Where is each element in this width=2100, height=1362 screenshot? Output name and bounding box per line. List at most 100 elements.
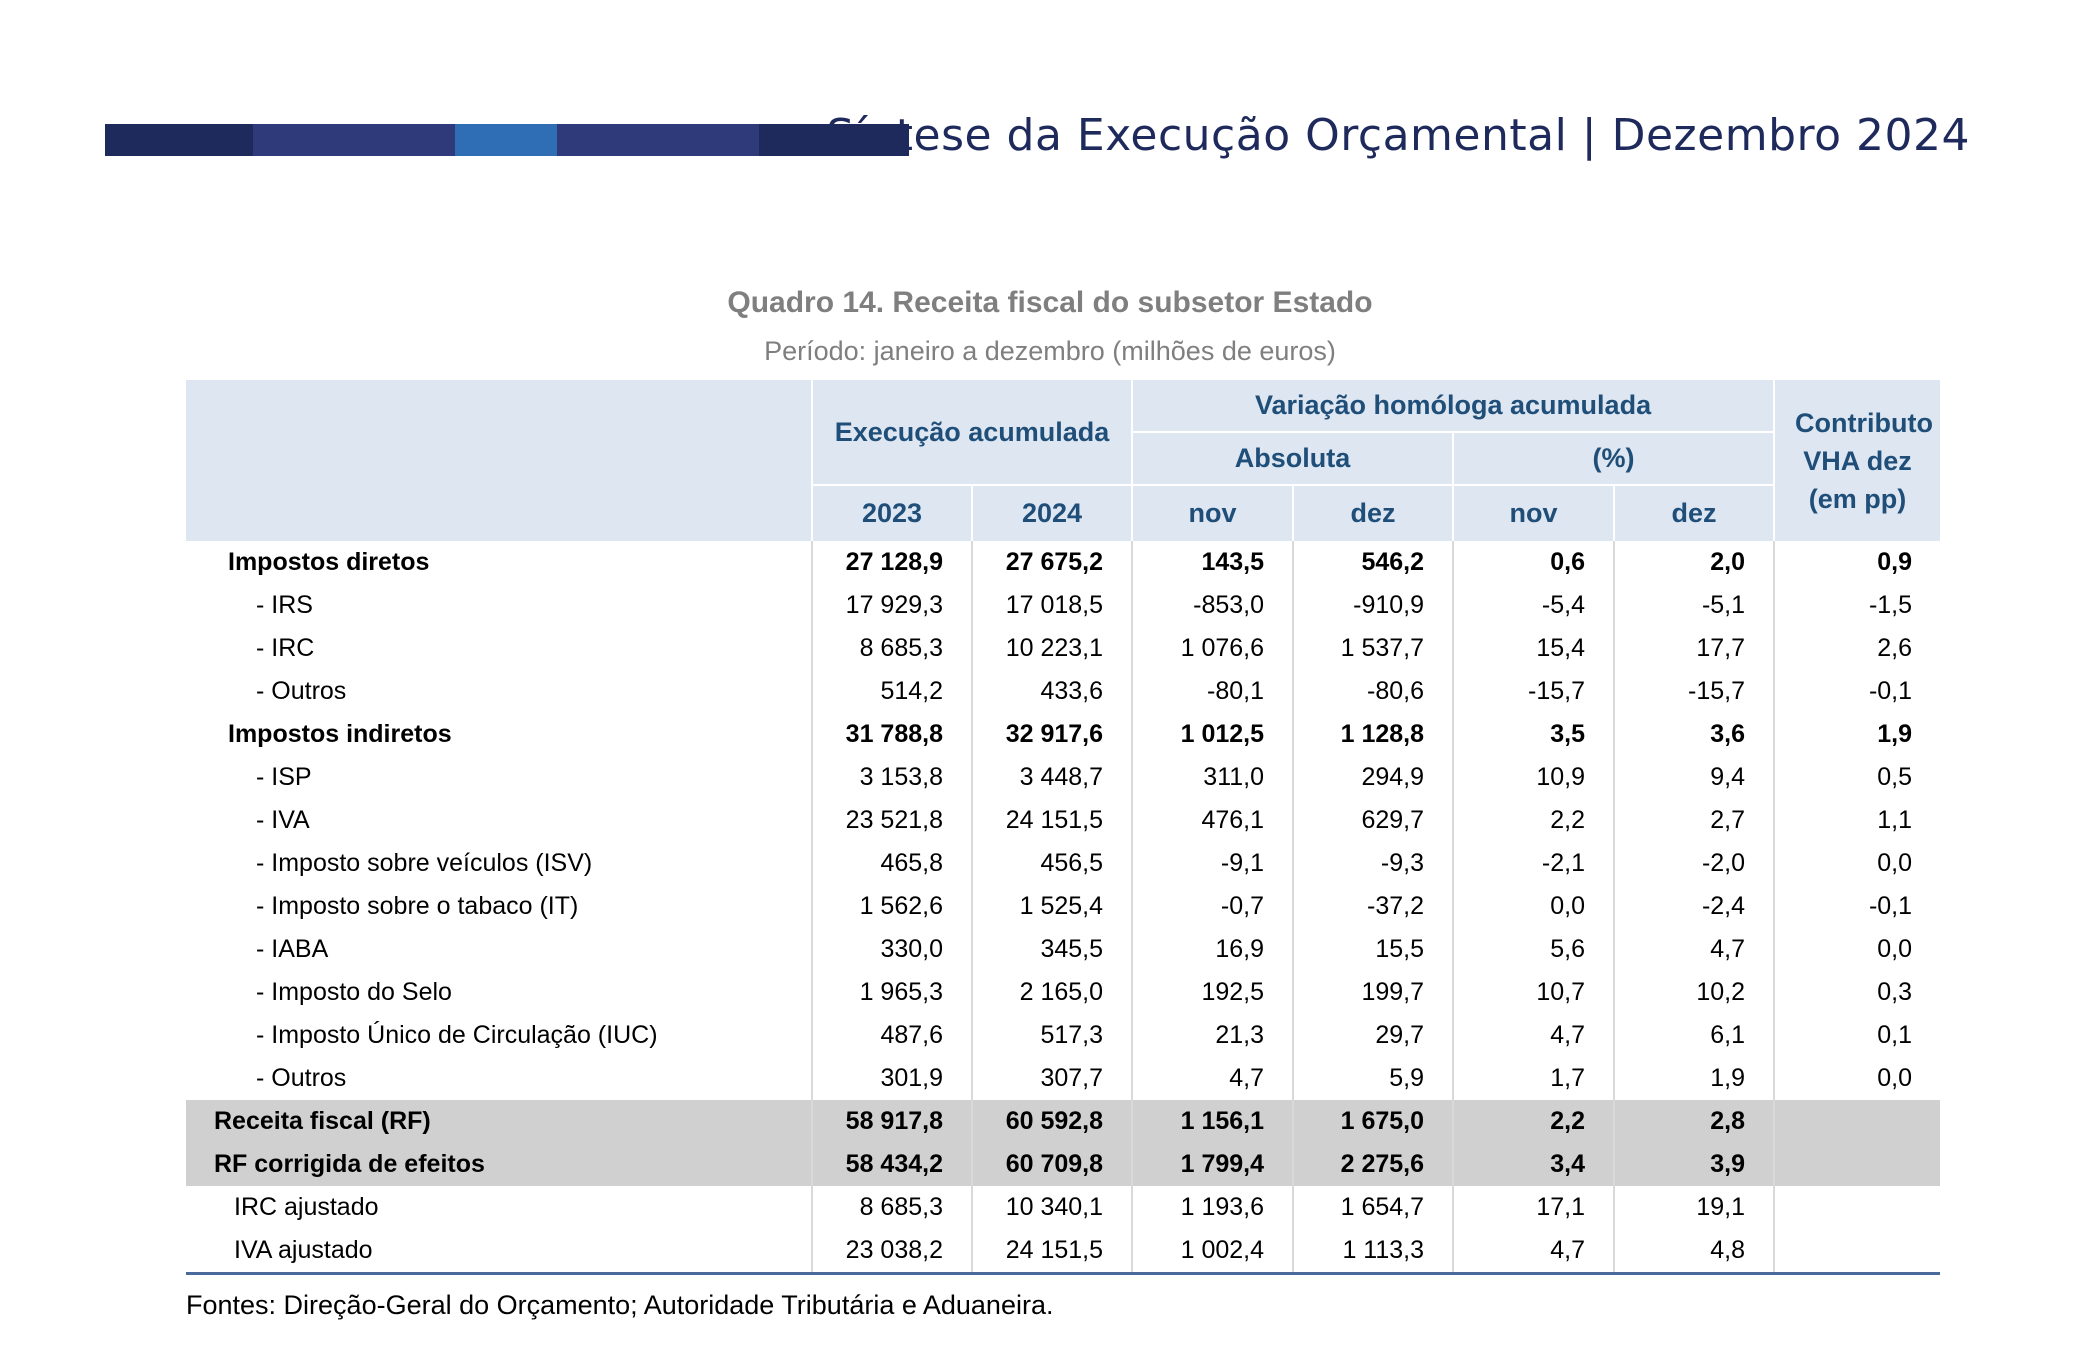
band-segment-2 <box>253 124 455 156</box>
cell-exec-2023: 58 917,8 <box>811 1100 972 1143</box>
cell-abs-nov: 1 002,4 <box>1131 1229 1294 1274</box>
cell-pct-nov: 5,6 <box>1452 928 1615 971</box>
cell-pct-dez: 19,1 <box>1613 1186 1775 1229</box>
row-label: - Outros <box>256 1064 347 1092</box>
cell-exec-2024: 307,7 <box>970 1057 1133 1100</box>
fiscal-revenue-table: Execução acumulada Variação homóloga acu… <box>186 380 1941 1275</box>
table-row: Impostos indiretos 31 788,8 32 917,6 1 012,… <box>186 713 1941 756</box>
cell-pct-nov: 4,7 <box>1452 1014 1615 1057</box>
cell-abs-dez: -80,6 <box>1292 670 1454 713</box>
document-title: Síntese da Execução Orçamental | Dezembr… <box>826 110 1970 161</box>
cell-pct-nov: 10,7 <box>1452 971 1615 1014</box>
cell-abs-nov: 311,0 <box>1131 756 1294 799</box>
cell-pct-dez: 17,7 <box>1613 627 1775 670</box>
header-pct-nov: nov <box>1452 485 1615 541</box>
cell-pct-dez: 4,7 <box>1613 928 1775 971</box>
cell-exec-2023: 3 153,8 <box>811 756 972 799</box>
header-abs-nov: nov <box>1131 485 1294 541</box>
cell-pct-dez: -15,7 <box>1613 670 1775 713</box>
cell-abs-nov: 1 156,1 <box>1131 1100 1294 1143</box>
cell-abs-dez: 629,7 <box>1292 799 1454 842</box>
cell-pct-dez: 10,2 <box>1613 971 1775 1014</box>
table-row: - IRS 17 929,3 17 018,5 -853,0 -910,9 -5,4 -5,… <box>186 584 1941 627</box>
cell-abs-nov: 1 193,6 <box>1131 1186 1294 1229</box>
header-contributo: Contributo VHA dez (em pp) <box>1773 380 1941 541</box>
header-percent: (%) <box>1452 432 1775 486</box>
header-label-column <box>186 380 812 541</box>
cell-abs-dez: 1 128,8 <box>1292 713 1454 756</box>
cell-pct-dez: 3,6 <box>1613 713 1775 756</box>
cell-pct-nov: 15,4 <box>1452 627 1615 670</box>
cell-exec-2024: 517,3 <box>970 1014 1133 1057</box>
cell-contributo: 0,9 <box>1773 541 1941 584</box>
cell-abs-nov: 143,5 <box>1131 541 1294 584</box>
cell-contributo: 0,3 <box>1773 971 1941 1014</box>
table-row: - Imposto sobre o tabaco (IT) 1 562,6 1 52… <box>186 885 1941 928</box>
cell-pct-dez: 1,9 <box>1613 1057 1775 1100</box>
table-row: RF corrigida de efeitos 58 434,2 60 709,8 1… <box>186 1143 1941 1186</box>
header-variacao: Variação homóloga acumulada <box>1131 380 1775 433</box>
cell-contributo: 0,5 <box>1773 756 1941 799</box>
cell-pct-nov: 17,1 <box>1452 1186 1615 1229</box>
cell-exec-2024: 60 709,8 <box>970 1143 1133 1186</box>
cell-abs-dez: 5,9 <box>1292 1057 1454 1100</box>
cell-pct-nov: 2,2 <box>1452 1100 1615 1143</box>
cell-pct-nov: -15,7 <box>1452 670 1615 713</box>
cell-abs-dez: 199,7 <box>1292 971 1454 1014</box>
cell-exec-2023: 8 685,3 <box>811 627 972 670</box>
row-label: - IABA <box>256 935 329 963</box>
table-row: - IABA 330,0 345,5 16,9 15,5 5,6 4,7 0,0 <box>186 928 1941 971</box>
cell-pct-dez: 3,9 <box>1613 1143 1775 1186</box>
table-row: Impostos diretos 27 128,9 27 675,2 143,5 546… <box>186 541 1941 584</box>
cell-contributo: 1,1 <box>1773 799 1941 842</box>
cell-pct-dez: -2,0 <box>1613 842 1775 885</box>
cell-exec-2024: 456,5 <box>970 842 1133 885</box>
cell-pct-dez: 2,0 <box>1613 541 1775 584</box>
band-segment-1 <box>105 124 253 156</box>
table-row: - Imposto Único de Circulação (IUC) 487,6… <box>186 1014 1941 1057</box>
cell-contributo: -0,1 <box>1773 885 1941 928</box>
table-row: - Imposto sobre veículos (ISV) 465,8 456,5… <box>186 842 1941 885</box>
cell-contributo: 0,1 <box>1773 1014 1941 1057</box>
cell-pct-nov: 3,5 <box>1452 713 1615 756</box>
cell-pct-dez: 9,4 <box>1613 756 1775 799</box>
cell-contributo <box>1773 1143 1941 1186</box>
cell-contributo: 0,0 <box>1773 842 1941 885</box>
cell-abs-nov: -9,1 <box>1131 842 1294 885</box>
row-label: IRC ajustado <box>234 1193 379 1221</box>
cell-contributo <box>1773 1100 1941 1143</box>
table-row: - Imposto do Selo 1 965,3 2 165,0 192,5 199,… <box>186 971 1941 1014</box>
table-row: IVA ajustado 23 038,2 24 151,5 1 002,4 1 113… <box>186 1229 1941 1274</box>
cell-abs-nov: 16,9 <box>1131 928 1294 971</box>
header-pct-dez: dez <box>1613 485 1775 541</box>
cell-abs-dez: -9,3 <box>1292 842 1454 885</box>
table-row: - IRC 8 685,3 10 223,1 1 076,6 1 537,7 15,4 17… <box>186 627 1941 670</box>
cell-abs-dez: 1 675,0 <box>1292 1100 1454 1143</box>
table-row: - IVA 23 521,8 24 151,5 476,1 629,7 2,2 2,7 1,1 <box>186 799 1941 842</box>
cell-contributo <box>1773 1186 1941 1229</box>
table-body: Impostos diretos 27 128,9 27 675,2 143,5 546… <box>186 541 1941 1274</box>
row-label: - IRC <box>256 634 315 662</box>
cell-abs-nov: 4,7 <box>1131 1057 1294 1100</box>
cell-abs-nov: 1 076,6 <box>1131 627 1294 670</box>
row-label: - Imposto sobre veículos (ISV) <box>256 849 593 877</box>
table-row: - ISP 3 153,8 3 448,7 311,0 294,9 10,9 9,4 0,5 <box>186 756 1941 799</box>
cell-exec-2023: 1 965,3 <box>811 971 972 1014</box>
cell-pct-dez: -2,4 <box>1613 885 1775 928</box>
cell-abs-nov: 1 012,5 <box>1131 713 1294 756</box>
cell-exec-2023: 301,9 <box>811 1057 972 1100</box>
cell-abs-nov: -0,7 <box>1131 885 1294 928</box>
table-row: Receita fiscal (RF) 58 917,8 60 592,8 1 156… <box>186 1100 1941 1143</box>
cell-abs-nov: 1 799,4 <box>1131 1143 1294 1186</box>
cell-abs-nov: -853,0 <box>1131 584 1294 627</box>
table-title: Quadro 14. Receita fiscal do subsetor Es… <box>727 286 1373 319</box>
header-execucao: Execução acumulada <box>810 380 1133 486</box>
cell-abs-dez: 1 654,7 <box>1292 1186 1454 1229</box>
cell-pct-nov: 3,4 <box>1452 1143 1615 1186</box>
band-segment-3 <box>455 124 557 156</box>
cell-abs-nov: 476,1 <box>1131 799 1294 842</box>
cell-exec-2024: 433,6 <box>970 670 1133 713</box>
cell-pct-dez: 6,1 <box>1613 1014 1775 1057</box>
cell-pct-nov: 0,0 <box>1452 885 1615 928</box>
cell-exec-2023: 17 929,3 <box>811 584 972 627</box>
